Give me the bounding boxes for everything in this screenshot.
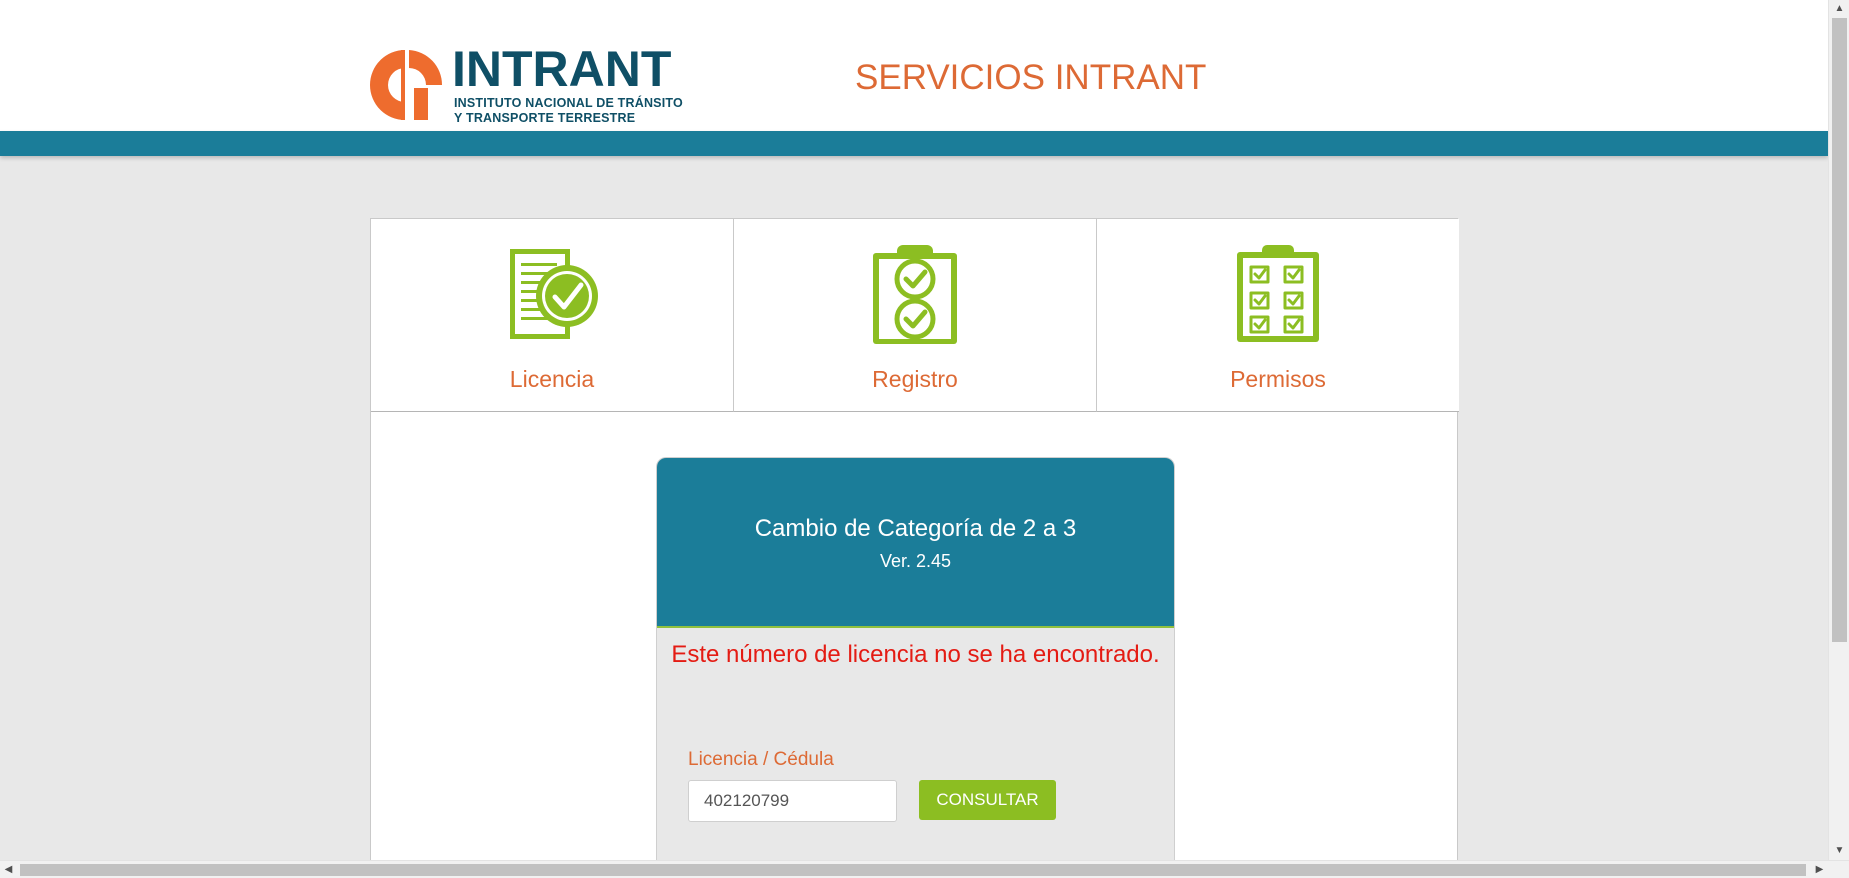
vertical-scrollbar[interactable]: ▲ ▼ <box>1828 0 1849 860</box>
card-version: Ver. 2.45 <box>879 551 952 571</box>
site-title: SERVICIOS INTRANT <box>855 58 1207 97</box>
card-title: Cambio de Categoría de 2 a 3 <box>754 515 1077 542</box>
scroll-left-arrow-icon[interactable]: ◀ <box>0 861 17 878</box>
tile-registro-label: Registro <box>872 366 958 392</box>
site-header: INTRANT INSTITUTO NACIONAL DE TRÁNSITO Y… <box>0 0 1828 131</box>
header-bar <box>0 131 1828 156</box>
intrant-logo-mark-icon <box>370 50 442 120</box>
tile-registro[interactable]: Registro <box>734 219 1097 412</box>
scroll-down-arrow-icon[interactable]: ▼ <box>1829 842 1849 859</box>
tile-licencia[interactable]: Licencia <box>371 219 734 412</box>
tile-licencia-label: Licencia <box>509 366 595 392</box>
logo-subtitle-line-1: INSTITUTO NACIONAL DE TRÁNSITO <box>454 96 683 110</box>
horizontal-scrollbar-thumb[interactable] <box>20 864 1806 876</box>
horizontal-scrollbar[interactable]: ◀ ▶ <box>0 860 1849 878</box>
scroll-up-arrow-icon[interactable]: ▲ <box>1829 0 1849 17</box>
tile-permisos[interactable]: Permisos <box>1097 219 1459 412</box>
logo-wordmark: INTRANT <box>452 41 672 97</box>
vertical-scrollbar-thumb[interactable] <box>1832 18 1847 642</box>
error-message: Este número de licencia no se ha encontr… <box>671 641 1160 668</box>
clipboard-checks-icon <box>873 245 957 344</box>
main-content: Licencia Registro Permisos Cambio de Cat… <box>370 218 1459 878</box>
intrant-logo[interactable]: INTRANT INSTITUTO NACIONAL DE TRÁNSITO Y… <box>368 41 720 126</box>
clipboard-checklist-icon <box>1237 245 1319 342</box>
logo-subtitle-line-2: Y TRANSPORTE TERRESTRE <box>454 111 636 125</box>
card-header: Cambio de Categoría de 2 a 3 Ver. 2.45 <box>657 458 1174 628</box>
licencia-cedula-input[interactable] <box>688 780 897 822</box>
consulta-card: Cambio de Categoría de 2 a 3 Ver. 2.45 E… <box>656 457 1175 878</box>
tile-permisos-label: Permisos <box>1230 366 1326 392</box>
scroll-right-arrow-icon[interactable]: ▶ <box>1811 861 1828 878</box>
licencia-cedula-label: Licencia / Cédula <box>688 749 834 770</box>
document-check-icon <box>510 249 598 339</box>
consultar-button[interactable]: CONSULTAR <box>919 780 1056 820</box>
